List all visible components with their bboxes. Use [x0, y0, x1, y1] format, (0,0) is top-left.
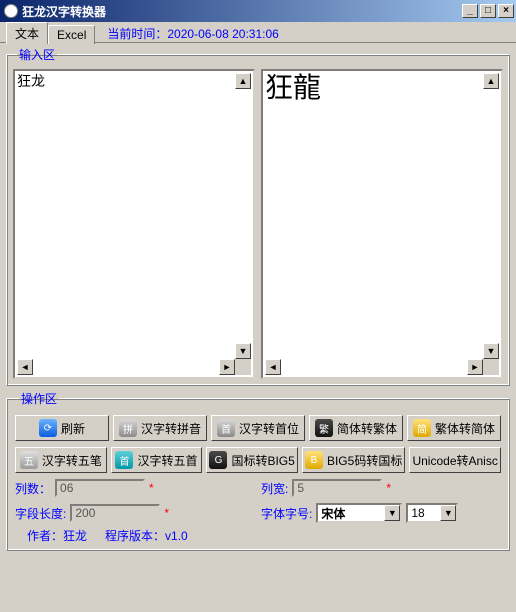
scroll-up-icon[interactable]: ▲	[483, 73, 499, 89]
ops-group-legend: 操作区	[19, 390, 59, 407]
scroll-left-icon[interactable]: ◄	[265, 359, 281, 375]
seglen-label: 字段长度:	[15, 505, 66, 522]
field-value: 06	[60, 481, 73, 495]
required-asterisk: *	[149, 481, 154, 495]
cols-input[interactable]: 06	[55, 479, 145, 497]
ops-group: 操作区 ⟳ 刷新 拼 汉字转拼音 首 汉字转首位 繁 简体转繁体	[6, 390, 510, 551]
version-label: 程序版本：	[105, 529, 165, 543]
colw-label: 列宽:	[261, 480, 288, 497]
fontname-combo[interactable]: 宋体 ▼	[316, 503, 402, 523]
author-label: 作者：	[27, 529, 63, 543]
fontname-label: 字体字号:	[261, 505, 312, 522]
button-label: Unicode转Anisc	[412, 452, 497, 469]
author-value: 狂龙	[63, 529, 87, 543]
time-value: 2020-06-08 20:31:06	[167, 27, 278, 41]
button-label: 汉字转首位	[239, 420, 299, 437]
input-group: 输入区 狂龙 ▲ ▼ ◄ ► 狂龍 ▲ ▼ ◄ ►	[6, 46, 510, 386]
hanzi-to-pinyin-button[interactable]: 拼 汉字转拼音	[113, 415, 207, 441]
button-label: 繁体转简体	[435, 420, 495, 437]
combo-value: 18	[411, 506, 424, 520]
colw-input[interactable]: 5	[292, 479, 382, 497]
big52gb-icon: B	[305, 451, 323, 469]
wushou-icon: 首	[115, 451, 133, 469]
hanzi-to-shouwei-button[interactable]: 首 汉字转首位	[211, 415, 305, 441]
button-label: 汉字转五笔	[42, 452, 102, 469]
refresh-icon: ⟳	[39, 419, 57, 437]
seglen-input[interactable]: 200	[70, 504, 160, 522]
wubi-icon: 五	[20, 451, 38, 469]
combo-value: 宋体	[321, 505, 345, 522]
close-button[interactable]: ×	[498, 4, 514, 18]
simplified-to-traditional-button[interactable]: 繁 简体转繁体	[309, 415, 403, 441]
chevron-down-icon[interactable]: ▼	[384, 505, 400, 521]
maximize-button[interactable]: □	[480, 4, 496, 18]
resize-grip-icon	[483, 359, 499, 375]
unicode-to-anisc-button[interactable]: Unicode转Anisc	[409, 447, 501, 473]
gb-to-big5-button[interactable]: G 国标转BIG5	[206, 447, 298, 473]
titlebar: 狂龙汉字转换器 _ □ ×	[0, 0, 516, 22]
input-group-legend: 输入区	[17, 46, 57, 63]
tab-excel[interactable]: Excel	[48, 25, 95, 44]
refresh-button[interactable]: ⟳ 刷新	[15, 415, 109, 441]
big5-to-gb-button[interactable]: B BIG5码转国标	[302, 447, 405, 473]
window-title: 狂龙汉字转换器	[22, 3, 460, 20]
required-asterisk: *	[386, 481, 391, 495]
scroll-left-icon[interactable]: ◄	[17, 359, 33, 375]
current-time: 当前时间：2020-06-08 20:31:06	[107, 25, 278, 42]
input-textarea[interactable]: 狂龙 ▲ ▼ ◄ ►	[13, 69, 255, 379]
field-value: 200	[75, 506, 95, 520]
cols-label: 列数：	[15, 480, 51, 497]
chevron-down-icon[interactable]: ▼	[440, 505, 456, 521]
output-textarea[interactable]: 狂龍 ▲ ▼ ◄ ►	[261, 69, 503, 379]
tab-text[interactable]: 文本	[6, 22, 48, 44]
button-label: 刷新	[61, 420, 85, 437]
scroll-right-icon[interactable]: ►	[219, 359, 235, 375]
scroll-down-icon[interactable]: ▼	[483, 343, 499, 359]
s2t-icon: 繁	[315, 419, 333, 437]
button-label: 国标转BIG5	[231, 452, 294, 469]
app-icon	[4, 4, 18, 18]
author-info: 作者：狂龙	[27, 527, 87, 544]
button-label: 简体转繁体	[337, 420, 397, 437]
field-value: 5	[297, 481, 304, 495]
scroll-up-icon[interactable]: ▲	[235, 73, 251, 89]
initial-icon: 首	[217, 419, 235, 437]
minimize-button[interactable]: _	[462, 4, 478, 18]
hanzi-to-wubi-button[interactable]: 五 汉字转五笔	[15, 447, 107, 473]
pinyin-icon: 拼	[119, 419, 137, 437]
fontsize-combo[interactable]: 18 ▼	[406, 503, 458, 523]
button-label: 汉字转五首	[137, 452, 197, 469]
time-label: 当前时间：	[107, 27, 167, 41]
gb2big5-icon: G	[209, 451, 227, 469]
traditional-to-simplified-button[interactable]: 简 繁体转简体	[407, 415, 501, 441]
version-value: v1.0	[165, 529, 188, 543]
version-info: 程序版本：v1.0	[105, 527, 188, 544]
button-label: BIG5码转国标	[327, 452, 402, 469]
t2s-icon: 简	[413, 419, 431, 437]
scroll-right-icon[interactable]: ►	[467, 359, 483, 375]
input-text-content: 狂龙	[17, 73, 251, 90]
tabs-row: 文本 Excel 当前时间：2020-06-08 20:31:06	[0, 22, 516, 42]
button-label: 汉字转拼音	[141, 420, 201, 437]
hanzi-to-wushou-button[interactable]: 首 汉字转五首	[111, 447, 203, 473]
output-text-content: 狂龍	[265, 73, 499, 104]
resize-grip-icon	[235, 359, 251, 375]
scroll-down-icon[interactable]: ▼	[235, 343, 251, 359]
required-asterisk: *	[164, 506, 169, 520]
